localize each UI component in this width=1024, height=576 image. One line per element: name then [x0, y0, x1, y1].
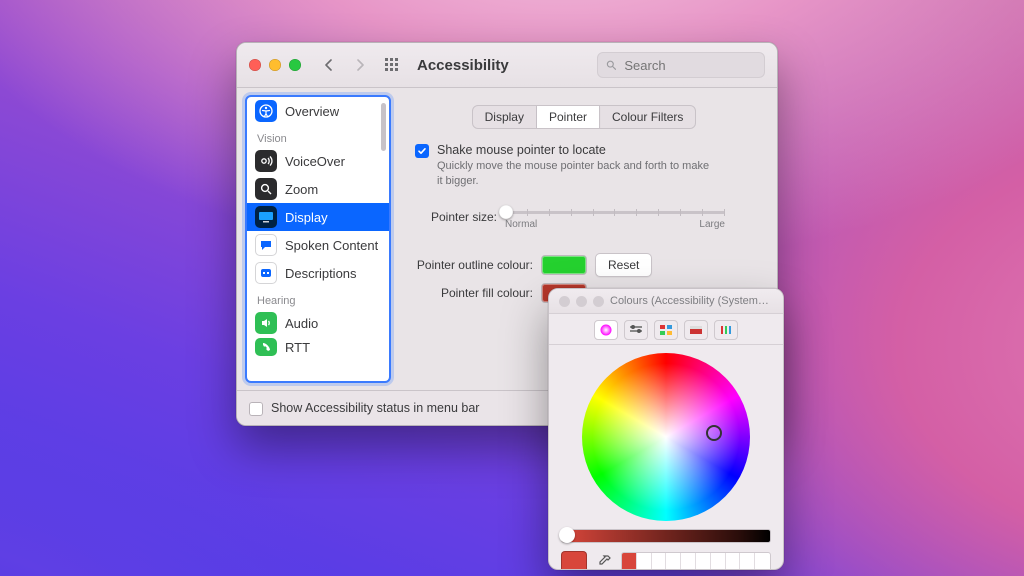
brightness-thumb[interactable] — [559, 527, 575, 543]
sidebar-group-hearing: Hearing — [247, 287, 389, 309]
cp-tab-sliders[interactable] — [624, 320, 648, 340]
eyedropper-button[interactable] — [595, 553, 613, 570]
cp-tab-crayons[interactable] — [714, 320, 738, 340]
colour-swatch-row[interactable] — [621, 552, 771, 570]
sidebar-item-label: VoiceOver — [285, 154, 345, 169]
sidebar-item-display[interactable]: Display — [247, 203, 389, 231]
cp-close-button[interactable] — [559, 296, 570, 307]
phone-icon — [255, 338, 277, 356]
swatch-cell[interactable] — [696, 553, 711, 570]
cp-tab-palettes[interactable] — [654, 320, 678, 340]
cp-tab-wheel[interactable] — [594, 320, 618, 340]
sidebar-group-vision: Vision — [247, 125, 389, 147]
search-icon — [606, 59, 616, 71]
tab-pointer[interactable]: Pointer — [537, 106, 600, 128]
eyedropper-icon — [597, 555, 611, 569]
spectrum-icon — [689, 324, 703, 336]
sidebar-item-rtt[interactable]: RTT — [247, 337, 389, 357]
reset-label: Reset — [608, 258, 639, 272]
categories-sidebar[interactable]: Overview Vision VoiceOver Zoom — [245, 95, 391, 383]
sidebar-item-label: Spoken Content — [285, 238, 378, 253]
swatch-cell[interactable] — [740, 553, 755, 570]
cp-minimise-button[interactable] — [576, 296, 587, 307]
colour-picker-title: Colours (Accessibility (System… — [610, 295, 769, 307]
outline-colour-label: Pointer outline colour: — [415, 258, 533, 272]
sidebar-item-spoken-content[interactable]: Spoken Content — [247, 231, 389, 259]
cp-zoom-button[interactable] — [593, 296, 604, 307]
sliders-icon — [629, 324, 643, 336]
slider-max-label: Large — [699, 219, 725, 230]
status-menubar-checkbox[interactable] — [249, 402, 263, 416]
descriptions-icon — [255, 262, 277, 284]
sidebar-item-label: Display — [285, 210, 328, 225]
pointer-size-label: Pointer size: — [415, 210, 497, 224]
window-toolbar: Accessibility — [237, 43, 777, 88]
close-button[interactable] — [249, 59, 261, 71]
sidebar-item-descriptions[interactable]: Descriptions — [247, 259, 389, 287]
current-colour-swatch[interactable] — [561, 551, 587, 570]
show-all-button[interactable] — [381, 55, 403, 75]
colour-picker-window: Colours (Accessibility (System… — [548, 288, 784, 570]
tab-colour-filters[interactable]: Colour Filters — [600, 106, 695, 128]
tab-bar: Display Pointer Colour Filters — [472, 105, 697, 129]
outline-colour-swatch[interactable] — [541, 255, 587, 275]
slider-thumb[interactable] — [499, 205, 513, 219]
shake-to-locate-label: Shake mouse pointer to locate — [437, 143, 717, 157]
swatch-cell[interactable] — [666, 553, 681, 570]
accessibility-icon — [255, 100, 277, 122]
search-field[interactable] — [597, 52, 765, 78]
fill-colour-label: Pointer fill colour: — [415, 286, 533, 300]
swatch-cell[interactable] — [637, 553, 652, 570]
colour-wheel[interactable] — [582, 353, 750, 521]
zoom-icon — [255, 178, 277, 200]
swatch-cell[interactable] — [622, 553, 637, 570]
check-icon — [417, 146, 427, 156]
reset-button[interactable]: Reset — [595, 253, 652, 277]
window-controls — [249, 59, 301, 71]
search-input[interactable] — [622, 57, 756, 74]
tab-label: Colour Filters — [612, 110, 683, 124]
window-title: Accessibility — [417, 57, 509, 74]
display-icon — [255, 206, 277, 228]
tab-display[interactable]: Display — [473, 106, 537, 128]
tab-label: Pointer — [549, 110, 587, 124]
pointer-size-slider[interactable]: Normal Large — [505, 203, 725, 231]
colour-wheel-cursor[interactable] — [706, 425, 722, 441]
shake-to-locate-description: Quickly move the mouse pointer back and … — [437, 159, 717, 189]
swatch-cell[interactable] — [726, 553, 741, 570]
crayons-icon — [719, 324, 733, 336]
zoom-button[interactable] — [289, 59, 301, 71]
minimise-button[interactable] — [269, 59, 281, 71]
swatch-cell[interactable] — [755, 553, 770, 570]
palette-icon — [659, 324, 673, 336]
sidebar-item-label: Audio — [285, 316, 318, 331]
sidebar-item-zoom[interactable]: Zoom — [247, 175, 389, 203]
speech-bubble-icon — [255, 234, 277, 256]
voiceover-icon — [255, 150, 277, 172]
colour-picker-tabs — [549, 314, 783, 345]
sidebar-item-overview[interactable]: Overview — [247, 97, 389, 125]
slider-min-label: Normal — [505, 219, 537, 230]
cp-tab-image[interactable] — [684, 320, 708, 340]
sidebar-item-label: Zoom — [285, 182, 318, 197]
sidebar-item-label: Overview — [285, 104, 339, 119]
sidebar-item-label: RTT — [285, 340, 310, 355]
back-button[interactable] — [317, 55, 339, 75]
sidebar-item-voiceover[interactable]: VoiceOver — [247, 147, 389, 175]
swatch-cell[interactable] — [652, 553, 667, 570]
sidebar-item-label: Descriptions — [285, 266, 357, 281]
sidebar-item-audio[interactable]: Audio — [247, 309, 389, 337]
tab-label: Display — [485, 110, 524, 124]
wheel-icon — [599, 323, 613, 337]
forward-button[interactable] — [349, 55, 371, 75]
swatch-cell[interactable] — [681, 553, 696, 570]
brightness-slider[interactable] — [561, 529, 771, 543]
status-menubar-label: Show Accessibility status in menu bar — [271, 401, 479, 415]
swatch-cell[interactable] — [711, 553, 726, 570]
audio-icon — [255, 312, 277, 334]
colour-picker-toolbar: Colours (Accessibility (System… — [549, 289, 783, 314]
shake-to-locate-checkbox[interactable] — [415, 144, 429, 158]
